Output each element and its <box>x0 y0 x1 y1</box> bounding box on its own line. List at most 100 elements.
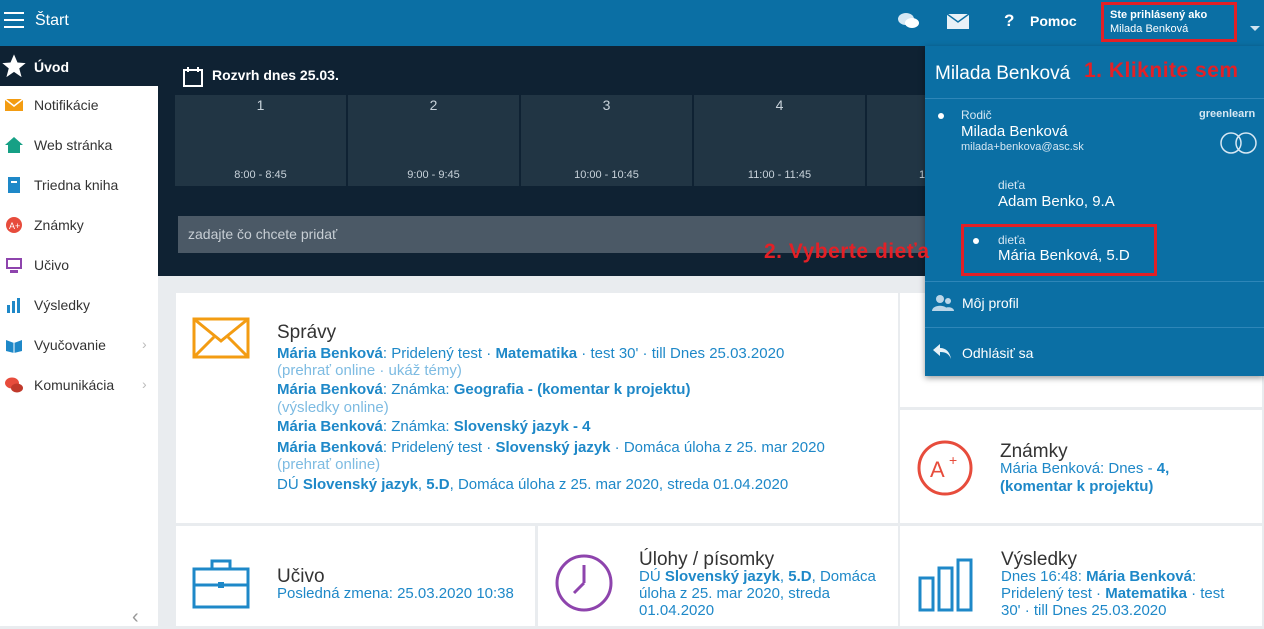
sidebar-item-web[interactable]: Web stránka <box>0 126 158 166</box>
child-account[interactable]: Adam Benko, 9.A <box>998 193 1115 210</box>
sidebar-item-ucivo[interactable]: Učivo <box>0 246 158 286</box>
results-text: : <box>1191 568 1197 585</box>
star-icon <box>2 54 26 78</box>
sidebar-item-vysledky[interactable]: Výsledky <box>0 286 158 326</box>
child-account[interactable]: Mária Benková, 5.D <box>998 247 1130 264</box>
my-profile-link[interactable]: Môj profil <box>962 295 1019 311</box>
period-time: 10:00 - 10:45 <box>574 169 639 181</box>
sidebar: Úvod Notifikácie Web stránka Triedna kni… <box>0 46 158 628</box>
chevron-right-icon: › <box>142 376 147 392</box>
profile-icon <box>932 295 954 311</box>
selected-indicator <box>938 113 944 119</box>
message-text: : Známka: <box>382 418 454 435</box>
student-name: Mária Benková <box>277 345 383 362</box>
chat-icon[interactable] <box>898 11 920 31</box>
schedule-period[interactable]: 1 8:00 - 8:45 <box>175 95 346 186</box>
message-line[interactable]: Mária Benková: Známka: Slovenský jazyk -… <box>277 418 591 435</box>
homework-text: DÚ <box>639 568 665 585</box>
sidebar-item-label: Web stránka <box>34 137 113 153</box>
results-text: Pridelený test · <box>1001 585 1106 602</box>
results-text: · test <box>1186 585 1225 602</box>
app-title[interactable]: Štart <box>35 12 69 30</box>
subject: Slovenský jazyk <box>495 439 611 456</box>
message-sub[interactable]: (výsledky online) <box>277 399 389 416</box>
message-text: : Pridelený test · <box>382 345 496 362</box>
calendar-icon <box>183 67 203 87</box>
curriculum-icon <box>6 258 22 273</box>
help-button[interactable]: Pomoc <box>1030 13 1077 29</box>
message-text: : Pridelený test · <box>382 439 496 456</box>
grade-icon: A + <box>917 440 973 496</box>
curriculum-card[interactable]: Učivo Posledná zmena: 25.03.2020 10:38 <box>176 526 535 626</box>
chevron-right-icon: › <box>142 336 147 352</box>
message-text: , <box>417 476 427 493</box>
grade-text: Mária Benková: Dnes - <box>1000 460 1157 477</box>
period-time: 11:00 - 11:45 <box>747 169 812 181</box>
user-menu-button[interactable]: Ste prihlásený ako Milada Benková <box>1101 2 1237 42</box>
sidebar-item-notifikacie[interactable]: Notifikácie <box>0 86 158 126</box>
sidebar-item-znamky[interactable]: A+ Známky <box>0 206 158 246</box>
curriculum-line[interactable]: Posledná zmena: 25.03.2020 10:38 <box>277 585 514 602</box>
results-line[interactable]: 30' · till Dnes 25.03.2020 <box>1001 602 1166 619</box>
grades-card[interactable]: A + Známky Mária Benková: Dnes - 4, (kom… <box>900 410 1262 523</box>
schedule-period[interactable]: 1 <box>867 95 925 186</box>
sidebar-item-triedna-kniha[interactable]: Triedna kniha <box>0 166 158 206</box>
chevron-down-icon[interactable] <box>1250 26 1260 31</box>
sidebar-item-label: Úvod <box>34 59 69 75</box>
grade-comment[interactable]: (komentar k projektu) <box>1000 478 1153 495</box>
sidebar-item-label: Triedna kniha <box>34 177 119 193</box>
period-time: 9:00 - 9:45 <box>407 169 460 181</box>
class-name: 5.D <box>426 476 450 493</box>
book-icon <box>8 177 20 193</box>
card-title: Správy <box>277 322 337 343</box>
period-number: 3 <box>602 97 611 113</box>
sidebar-item-komunikacia[interactable]: Komunikácia › <box>0 366 158 406</box>
mail-icon[interactable] <box>947 14 969 29</box>
sidebar-item-vyucovanie[interactable]: Vyučovanie › <box>0 326 158 366</box>
homework-card[interactable]: Úlohy / písomky DÚ Slovenský jazyk, 5.D,… <box>538 526 898 626</box>
sidebar-item-label: Komunikácia <box>34 377 115 393</box>
results-card[interactable]: Výsledky Dnes 16:48: Mária Benková: Prid… <box>900 526 1262 626</box>
help-icon[interactable]: ? <box>1004 11 1014 31</box>
mail-icon <box>192 317 250 359</box>
menu-icon[interactable] <box>4 12 24 30</box>
svg-text:+: + <box>949 452 957 468</box>
schedule-title: Rozvrh dnes 25.03. <box>212 67 339 83</box>
grade-value: 4 <box>1156 460 1166 477</box>
message-sub[interactable]: (prehrať online) <box>277 456 380 473</box>
period-number: 2 <box>429 97 438 113</box>
child-label: dieťa <box>998 233 1026 247</box>
student-name: Mária Benková <box>277 418 383 435</box>
message-line[interactable]: DÚ Slovenský jazyk, 5.D, Domáca úloha z … <box>277 476 788 493</box>
logged-user-name: Milada Benková <box>1110 23 1189 35</box>
dropdown-user-name: Milada Benková <box>935 63 1071 84</box>
homework-line[interactable]: 01.04.2020 <box>639 602 714 619</box>
add-input-placeholder: zadajte čo chcete pridať <box>188 226 338 242</box>
grade-line[interactable]: Mária Benková: Dnes - 4, <box>1000 460 1169 477</box>
results-icon <box>7 298 20 313</box>
homework-line[interactable]: DÚ Slovenský jazyk, 5.D, Domáca <box>639 568 876 585</box>
divider <box>925 98 1264 99</box>
messages-card[interactable]: Správy Mária Benková: Pridelený test · M… <box>176 293 898 523</box>
parent-account[interactable]: Milada Benková <box>961 123 1068 140</box>
message-text: : Známka: <box>382 381 454 398</box>
subject: Slovenský jazyk <box>302 476 418 493</box>
results-line[interactable]: Dnes 16:48: Mária Benková: <box>1001 568 1196 585</box>
message-line[interactable]: Mária Benková: Pridelený test · Slovensk… <box>277 439 825 456</box>
message-line[interactable]: Mária Benková: Známka: Geografia - (kome… <box>277 381 690 398</box>
student-name: Mária Benková <box>277 439 383 456</box>
results-line[interactable]: Pridelený test · Matematika · test <box>1001 585 1224 602</box>
logout-link[interactable]: Odhlásiť sa <box>962 345 1033 361</box>
message-text: · Domáca úloha z 25. mar 2020 <box>610 439 825 456</box>
schedule-period[interactable]: 4 11:00 - 11:45 <box>694 95 865 186</box>
schedule-period[interactable]: 2 9:00 - 9:45 <box>348 95 519 186</box>
schedule-period[interactable]: 3 10:00 - 10:45 <box>521 95 692 186</box>
message-sub[interactable]: (prehrať online · ukáž témy) <box>277 362 462 379</box>
class-name: 5.D <box>788 568 812 585</box>
svg-text:A+: A+ <box>9 221 20 231</box>
message-line[interactable]: Mária Benková: Pridelený test · Matemati… <box>277 345 784 362</box>
message-text: · test 30' · till Dnes 25.03.2020 <box>577 345 785 362</box>
mail-icon <box>5 98 23 111</box>
homework-line[interactable]: úloha z 25. mar 2020, streda <box>639 585 830 602</box>
sidebar-item-uvod[interactable]: Úvod <box>0 46 158 86</box>
